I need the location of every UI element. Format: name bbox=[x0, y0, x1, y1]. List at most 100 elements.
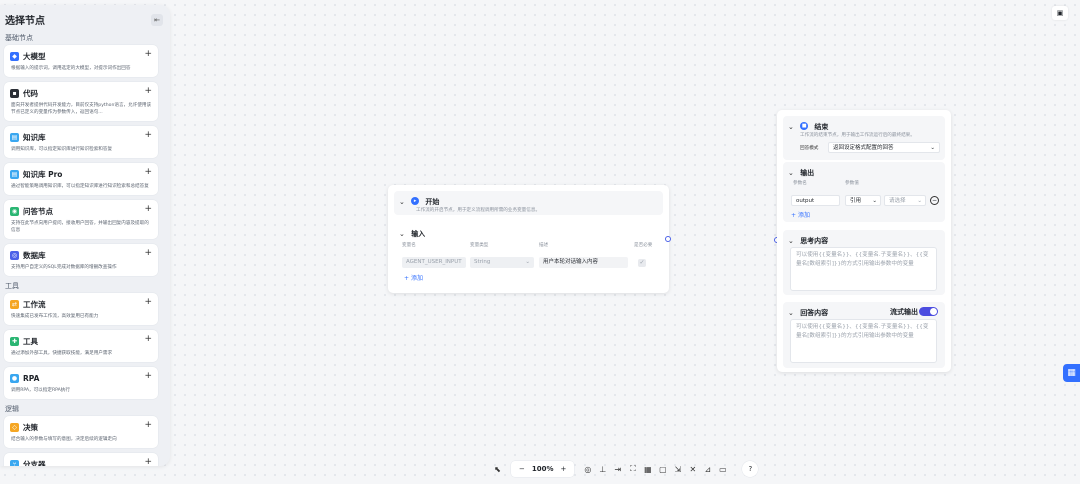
end-node-header: ⌄ ■ 结束 工作流的结束节点，用于输出工作流运行后的最终结果。 回答模式 返回… bbox=[783, 116, 945, 160]
plus-icon[interactable]: + bbox=[144, 297, 152, 307]
node-item[interactable]: ● RPA + 调用RPA，可以指定RPA执行 bbox=[4, 367, 158, 399]
var-name-input[interactable]: AGENT_USER_INPUT bbox=[402, 257, 466, 268]
node-item-desc: 根据输入的提示词，调用选定的大模型，对提示词作出回答 bbox=[11, 66, 131, 71]
node-panel: 选择节点 ⇤ 基础节点 ◆ 大模型 + 根据输入的提示词，调用选定的大模型，对提… bbox=[0, 5, 170, 466]
comment-icon[interactable]: ▭ bbox=[715, 465, 730, 474]
node-item[interactable]: ✚ 工具 + 通过添加外部工具，快捷获取技能，满足用户需求 bbox=[4, 330, 158, 362]
answer-section: ⌄ 回答内容 流式输出 可以使用{{变量名}}、{{变量名.子变量名}}、{{变… bbox=[783, 302, 945, 368]
import-icon[interactable]: ⇥ bbox=[610, 465, 625, 474]
code-icon: ▪ bbox=[10, 89, 19, 98]
group-title: 工具 bbox=[5, 282, 19, 290]
stream-output-toggle[interactable] bbox=[919, 307, 938, 316]
node-item[interactable]: ◇ 决策 + 结合输入的参数与填写的意图，决定后续的逻辑走向 bbox=[4, 416, 158, 448]
plus-icon[interactable]: + bbox=[144, 86, 152, 96]
start-output-port[interactable] bbox=[665, 236, 671, 242]
ref-type-value: 引用 bbox=[850, 198, 862, 204]
stream-output-label: 流式输出 bbox=[890, 308, 918, 316]
add-variable-button[interactable]: + 添加 bbox=[404, 273, 423, 282]
required-checkbox[interactable]: ✓ bbox=[638, 259, 646, 267]
chevron-down-icon[interactable]: ⌄ bbox=[788, 309, 797, 317]
zoom-control: − 100% + bbox=[511, 461, 575, 477]
node-item[interactable]: ◆ 大模型 + 根据输入的提示词，调用选定的大模型，对提示词作出回答 bbox=[4, 45, 158, 77]
header-required: 是否必要 bbox=[634, 243, 653, 248]
llm-icon: ◆ bbox=[10, 52, 19, 61]
app-grid-icon[interactable]: ▦ bbox=[1063, 364, 1080, 382]
answer-title: 回答内容 bbox=[800, 309, 829, 317]
chevron-down-icon[interactable]: ⌄ bbox=[788, 169, 797, 177]
layout-icon[interactable]: ⊥ bbox=[595, 465, 610, 474]
var-type-select[interactable]: String ⌄ bbox=[470, 257, 534, 268]
node-item[interactable]: ◉ 问答节点 + 支持在此节点向用户提问，接收用户回答，并输出回复内容及提取的信… bbox=[4, 200, 158, 239]
end-node[interactable]: ⌄ ■ 结束 工作流的结束节点，用于输出工作流运行后的最终结果。 回答模式 返回… bbox=[777, 110, 951, 372]
remove-param-icon[interactable]: − bbox=[930, 196, 939, 205]
plus-icon[interactable]: + bbox=[144, 334, 152, 344]
node-item[interactable]: ⑂ 分支器 + 根据设立的条件，判断选择分支走向 bbox=[4, 453, 158, 466]
chevron-down-icon[interactable]: ⌄ bbox=[399, 198, 408, 206]
start-node[interactable]: ⌄ ▸ 开始 工作流的开启节点，用于定义流程调用所需的业务变量信息。 ⌄ 输入 … bbox=[388, 185, 669, 293]
sidebar-collapse-icon[interactable]: ⇤ bbox=[151, 14, 163, 26]
node-list: 基础节点 ◆ 大模型 + 根据输入的提示词，调用选定的大模型，对提示词作出回答 … bbox=[0, 29, 170, 466]
param-name-input[interactable]: output bbox=[791, 195, 840, 206]
export-icon[interactable]: ⇲ bbox=[670, 465, 685, 474]
note-icon[interactable]: ▢ bbox=[655, 465, 670, 474]
node-item[interactable]: ⇄ 工作流 + 快速集成已发布工作流，高效复用已有能力 bbox=[4, 293, 158, 325]
branch-icon: ⑂ bbox=[10, 460, 19, 466]
tool-icon: ✚ bbox=[10, 337, 19, 346]
var-desc-input[interactable]: 用户本轮对话输入内容 bbox=[539, 257, 628, 268]
answer-content-textarea[interactable]: 可以使用{{变量名}}、{{变量名.子变量名}}、{{变量名[数组索引]}}的方… bbox=[790, 319, 937, 363]
plus-icon[interactable]: + bbox=[144, 130, 152, 140]
node-item-desc: 面向开发者提供代码开发能力，目前仅支持python语言，允许使用该节点已定义的变… bbox=[11, 103, 152, 115]
node-item[interactable]: ▤ 知识库 Pro + 通过智能策略调用知识库，可以指定知识库进行知识检索和总结… bbox=[4, 163, 158, 195]
output-section: ⌄ 输出 参数名 参数值 output 引用 ⌄ 请选择 ⌄ − + 添加 bbox=[783, 162, 945, 222]
plus-icon[interactable]: + bbox=[144, 371, 152, 381]
knowledge-pro-icon: ▤ bbox=[10, 170, 19, 179]
rpa-icon: ● bbox=[10, 374, 19, 383]
start-input-section: ⌄ 输入 变量名 变量类型 描述 是否必要 AGENT_USER_INPUT S… bbox=[394, 221, 663, 287]
panel-toggle-icon[interactable]: ▣ bbox=[1052, 6, 1068, 20]
chevron-down-icon: ⌄ bbox=[525, 259, 530, 265]
think-content-textarea[interactable]: 可以使用{{变量名}}、{{变量名.子变量名}}、{{变量名[数组索引]}}的方… bbox=[790, 247, 937, 291]
fit-view-icon[interactable]: ⛶ bbox=[625, 464, 640, 474]
chevron-down-icon[interactable]: ⌄ bbox=[788, 123, 797, 131]
node-item[interactable]: ▪ 代码 + 面向开发者提供代码开发能力，目前仅支持python语言，允许使用该… bbox=[4, 82, 158, 121]
canvas-toolbar: ⬉ − 100% + ◎ ⊥ ⇥ ⛶ ▦ ▢ ⇲ ✕ ⊿ ▭ ? bbox=[490, 459, 759, 479]
answer-mode-label: 回答模式 bbox=[800, 146, 819, 151]
chevron-down-icon: ⌄ bbox=[930, 145, 935, 151]
node-item-desc: 支持在此节点向用户提问，接收用户回答，并输出回复内容及提取的信息 bbox=[11, 221, 149, 233]
ref-type-select[interactable]: 引用 ⌄ bbox=[845, 195, 881, 206]
plus-icon[interactable]: + bbox=[144, 457, 152, 466]
add-param-button[interactable]: + 添加 bbox=[791, 210, 810, 219]
chevron-down-icon[interactable]: ⌄ bbox=[399, 230, 408, 238]
plus-icon[interactable]: + bbox=[144, 420, 152, 430]
answer-mode-select[interactable]: 返回设定格式配置的回答 ⌄ bbox=[828, 142, 940, 153]
ref-value-select[interactable]: 请选择 ⌄ bbox=[884, 195, 926, 206]
help-icon[interactable]: ? bbox=[742, 461, 759, 477]
var-type-value: String bbox=[474, 259, 491, 265]
node-item[interactable]: ◎ 数据库 + 支持用户自定义的SQL完成对数据库的增删改查操作 bbox=[4, 244, 158, 276]
think-title: 思考内容 bbox=[800, 237, 829, 245]
end-node-title: 结束 bbox=[814, 123, 829, 131]
start-node-desc: 工作流的开启节点，用于定义流程调用所需的业务变量信息。 bbox=[416, 208, 541, 213]
add-param-label: 添加 bbox=[797, 212, 810, 219]
plus-icon[interactable]: + bbox=[144, 204, 152, 214]
location-icon[interactable]: ◎ bbox=[580, 465, 595, 474]
node-item-name: 大模型 bbox=[23, 52, 46, 61]
node-item-name: 知识库 bbox=[23, 133, 46, 142]
zoom-level[interactable]: 100% bbox=[532, 465, 554, 473]
plus-icon[interactable]: + bbox=[144, 167, 152, 177]
header-desc: 描述 bbox=[539, 243, 549, 248]
node-item[interactable]: ▤ 知识库 + 调用知识库，可以指定知识库进行知识检索和答复 bbox=[4, 126, 158, 158]
header-var-type: 变量类型 bbox=[470, 243, 489, 248]
plus-icon[interactable]: + bbox=[144, 248, 152, 258]
node-item-name: 分支器 bbox=[23, 460, 46, 466]
node-item-name: 问答节点 bbox=[23, 207, 53, 216]
zoom-out-button[interactable]: − bbox=[519, 465, 525, 473]
workflow-icon: ⇄ bbox=[10, 300, 19, 309]
plus-icon[interactable]: + bbox=[144, 49, 152, 59]
zoom-in-button[interactable]: + bbox=[561, 465, 567, 473]
chevron-down-icon[interactable]: ⌄ bbox=[788, 237, 797, 245]
pointer-icon[interactable]: ⬉ bbox=[490, 465, 505, 474]
shuffle-icon[interactable]: ✕ bbox=[685, 465, 700, 474]
bookmark-icon[interactable]: ⊿ bbox=[700, 465, 715, 474]
grid-icon[interactable]: ▦ bbox=[640, 465, 655, 474]
